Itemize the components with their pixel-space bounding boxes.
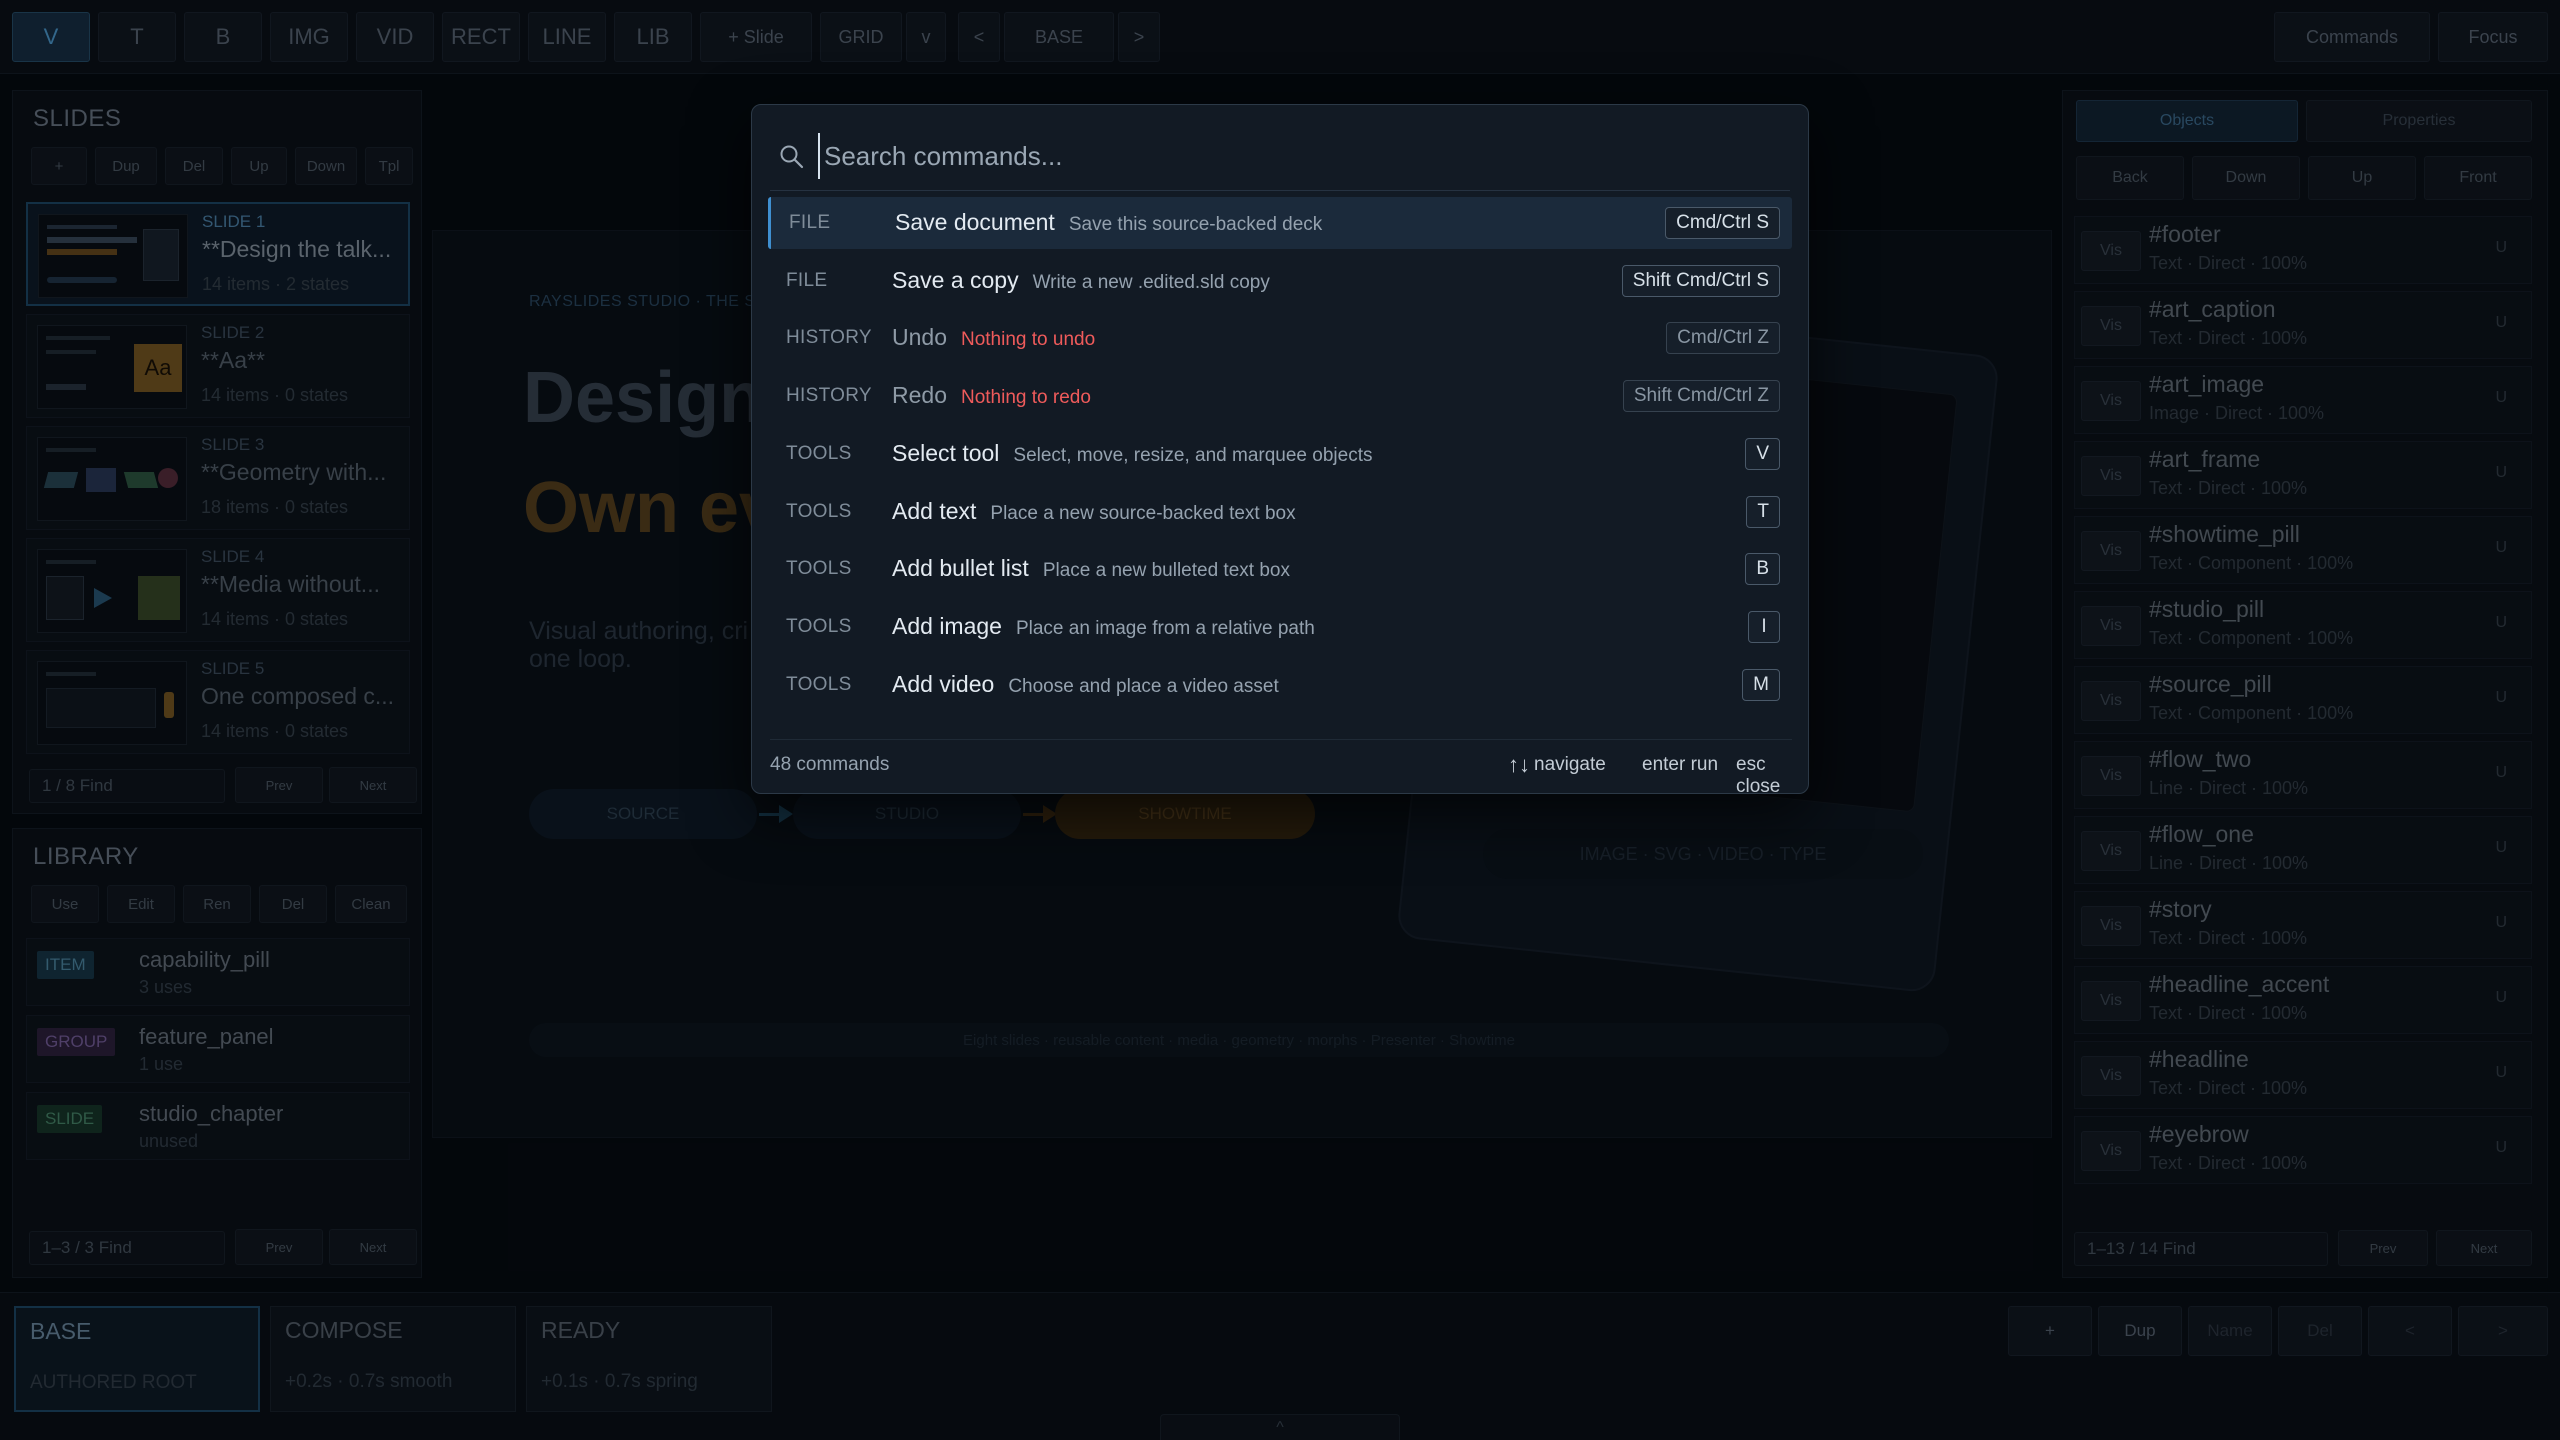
command-shortcut: V	[1745, 437, 1780, 470]
command-title-row: Undo Nothing to undo	[892, 324, 1095, 351]
command-description: Choose and place a video asset	[1008, 675, 1279, 697]
command-title: Undo	[892, 324, 947, 351]
command-title-row: Add video Choose and place a video asset	[892, 671, 1279, 698]
command-category: FILE	[789, 212, 831, 233]
command-title: Save a copy	[892, 266, 1019, 293]
search-icon	[778, 143, 806, 171]
navigate-hint: ↑↓ navigate	[1508, 752, 1606, 778]
command-title-row: Add text Place a new source-backed text b…	[892, 498, 1296, 525]
command-title: Add bullet list	[892, 555, 1029, 582]
command-item[interactable]: TOOLS Add bullet list Place a new bulleted…	[768, 543, 1792, 595]
command-title: Select tool	[892, 439, 1000, 466]
command-description: Select, move, resize, and marquee object…	[1013, 444, 1373, 466]
arrow-up-down-icon: ↑↓	[1508, 752, 1530, 777]
command-search-row	[770, 123, 1790, 191]
command-title: Save document	[895, 209, 1055, 235]
command-description: Write a new .edited.sld copy	[1032, 271, 1270, 293]
command-shortcut: Cmd/Ctrl S	[1665, 207, 1780, 239]
command-item[interactable]: TOOLS Add video Choose and place a video a…	[768, 659, 1792, 711]
command-item[interactable]: TOOLS Add image Place an image from a rela…	[768, 601, 1792, 653]
command-title-row: Add bullet list Place a new bulleted text…	[892, 555, 1290, 582]
command-description: Save this source-backed deck	[1068, 214, 1323, 235]
command-title: Add text	[892, 497, 977, 524]
command-item[interactable]: HISTORY Undo Nothing to undo Cmd/Ctrl Z	[768, 312, 1792, 364]
command-title-row: Save document Save this source-backed dec…	[895, 209, 1322, 236]
command-title-row: Redo Nothing to redo	[892, 382, 1091, 409]
command-title: Add image	[892, 612, 1002, 639]
command-shortcut: I	[1748, 610, 1780, 643]
command-description: Place a new source-backed text box	[990, 502, 1296, 524]
close-hint: esc close	[1736, 754, 1781, 797]
command-shortcut: T	[1746, 495, 1780, 528]
command-shortcut: M	[1742, 668, 1780, 701]
command-title: Add video	[892, 670, 995, 697]
command-description: Nothing to undo	[960, 329, 1096, 351]
command-count: 48 commands	[770, 754, 890, 775]
command-item[interactable]: HISTORY Redo Nothing to redo Shift Cmd/Ctrl…	[768, 370, 1792, 422]
command-category: TOOLS	[786, 615, 852, 637]
command-category: HISTORY	[786, 385, 872, 407]
command-shortcut: Shift Cmd/Ctrl S	[1621, 264, 1780, 297]
navigate-hint-label: navigate	[1534, 754, 1606, 775]
command-title-row: Select tool Select, move, resize, and mar…	[892, 440, 1372, 467]
command-title-row: Add image Place an image from a relative …	[892, 613, 1315, 640]
command-category: TOOLS	[786, 673, 852, 695]
command-title-row: Save a copy Write a new .edited.sld copy	[892, 267, 1270, 294]
command-shortcut: Cmd/Ctrl Z	[1666, 322, 1780, 355]
command-description: Place a new bulleted text box	[1042, 560, 1290, 582]
command-palette: FILE Save document Save this source-backed…	[751, 104, 1809, 797]
command-title: Redo	[892, 382, 947, 409]
run-hint: enter run	[1642, 754, 1719, 775]
command-category: TOOLS	[786, 500, 852, 522]
command-category: TOOLS	[786, 442, 852, 464]
command-item[interactable]: FILE Save document Save this source-backed…	[768, 197, 1792, 249]
command-description: Place an image from a relative path	[1015, 617, 1315, 639]
command-category: FILE	[786, 269, 828, 291]
command-search-input[interactable]	[818, 133, 1758, 179]
command-item[interactable]: TOOLS Add text Place a new source-backed t…	[768, 486, 1792, 538]
command-category: TOOLS	[786, 558, 852, 580]
palette-footer: 48 commands ↑↓ navigate enter run esc cl…	[770, 739, 1792, 797]
command-description: Nothing to redo	[960, 387, 1091, 409]
command-item[interactable]: FILE Save a copy Write a new .edited.sld c…	[768, 255, 1792, 307]
command-shortcut: Shift Cmd/Ctrl Z	[1622, 380, 1780, 413]
command-item[interactable]: TOOLS Select tool Select, move, resize, an…	[768, 428, 1792, 480]
command-category: HISTORY	[786, 327, 872, 349]
command-shortcut: B	[1745, 553, 1780, 586]
